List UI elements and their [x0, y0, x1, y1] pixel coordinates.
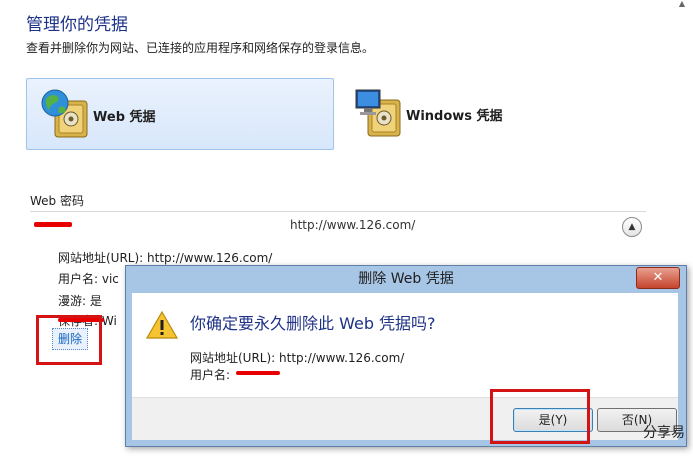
delete-confirm-dialog: 删除 Web 凭据 ✕ 你确定要永久删除此 Web 凭据吗? 网站地址(URL)…: [125, 265, 687, 447]
redacted-username: [34, 222, 72, 227]
windows-vault-icon: [355, 89, 401, 137]
watermark: 分享易: [643, 425, 685, 441]
close-icon[interactable]: ✕: [636, 267, 680, 289]
chevron-up-icon[interactable]: ▲: [622, 217, 642, 237]
web-credentials-tile[interactable]: Web 凭据: [26, 78, 334, 150]
windows-credentials-tile[interactable]: Windows 凭据: [340, 78, 646, 148]
detail-username: 用户名: vic: [58, 272, 119, 286]
dialog-body: 你确定要永久删除此 Web 凭据吗? 网站地址(URL): http://www…: [132, 293, 678, 397]
highlight-box-delete: [36, 315, 102, 365]
web-vault-icon: [41, 89, 88, 138]
highlight-box-yes: [490, 389, 590, 444]
page-description: 查看并删除你为网站、已连接的应用程序和网络保存的登录信息。: [26, 41, 375, 55]
detail-roaming: 漫游: 是: [58, 294, 102, 308]
warning-icon: [146, 310, 178, 339]
section-divider: [30, 211, 646, 212]
credential-entry-url[interactable]: http://www.126.com/: [290, 218, 415, 232]
dialog-site-url: 网站地址(URL): http://www.126.com/: [190, 351, 405, 365]
dialog-username-label: 用户名:: [190, 368, 231, 382]
scroll-up-icon[interactable]: ▲: [677, 0, 687, 8]
page-title: 管理你的凭据: [26, 15, 128, 35]
web-passwords-heading: Web 密码: [30, 194, 84, 208]
detail-site-url: 网站地址(URL): http://www.126.com/: [58, 251, 273, 265]
windows-credentials-label: Windows 凭据: [406, 109, 503, 124]
web-credentials-label: Web 凭据: [93, 110, 156, 125]
redacted-dialog-username: [236, 371, 280, 375]
dialog-footer: 是(Y) 否(N): [132, 397, 678, 440]
dialog-title: 删除 Web 凭据: [358, 271, 454, 287]
dialog-question: 你确定要永久删除此 Web 凭据吗?: [190, 314, 436, 333]
